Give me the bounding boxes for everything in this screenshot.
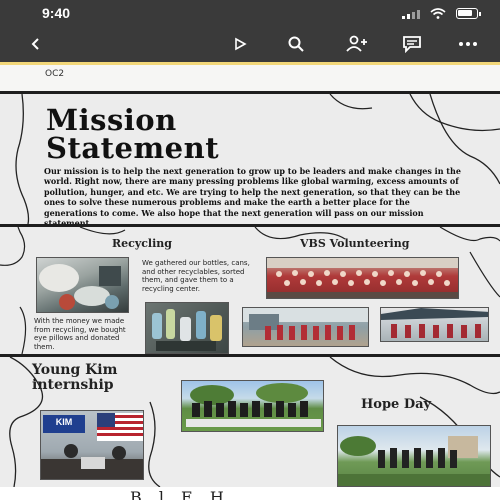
mission-title: Mission Statement	[46, 103, 306, 165]
recycling-title: Recycling	[112, 237, 172, 250]
vbs-group-photo	[266, 257, 459, 299]
status-time: 9:40	[42, 5, 71, 21]
young-kim-title-line2: internship	[32, 377, 114, 393]
recycling-caption-1: We gathered our bottles, cans, and other…	[142, 259, 250, 293]
comment-icon[interactable]	[400, 32, 424, 56]
young-kim-title: Young Kim internship	[32, 363, 117, 393]
recycling-caption-2: With the money we made from recycling, w…	[34, 317, 126, 351]
vbs-title: VBS Volunteering	[300, 237, 410, 250]
mission-title-line2: Statement	[46, 131, 220, 165]
young-kim-office-photo: KIM	[40, 410, 144, 480]
events-page: Young Kim internship KIM Hope Day	[0, 357, 500, 487]
mission-page: Mission Statement Our mission is to help…	[0, 94, 500, 228]
page-label: OC2	[45, 69, 65, 79]
app-toolbar	[0, 26, 500, 62]
activities-page: Recycling VBS Volunteering We gathered o…	[0, 227, 500, 354]
document-canvas[interactable]: OC2 Mission Statement Our mission is to …	[0, 62, 500, 500]
recycling-bottles-photo	[145, 302, 229, 354]
mission-body: Our mission is to help the next generati…	[44, 166, 461, 228]
signal-icon	[402, 10, 420, 19]
hope-day-title: Hope Day	[361, 397, 432, 412]
vbs-tent-photo	[380, 307, 489, 342]
present-play-icon[interactable]	[228, 32, 252, 56]
next-page-preview: B l E H	[0, 487, 500, 500]
wifi-icon	[430, 8, 446, 19]
recycling-sorting-photo	[36, 257, 129, 313]
kim-sign-text: KIM	[55, 417, 73, 427]
back-arrow-icon[interactable]	[24, 32, 48, 56]
page-accent-edge	[0, 62, 500, 65]
status-bar: 9:40	[0, 0, 500, 26]
vbs-outdoor-photo	[242, 307, 369, 347]
search-icon[interactable]	[284, 32, 308, 56]
more-icon[interactable]	[456, 32, 480, 56]
next-page-title: B l E H	[130, 488, 230, 500]
mission-title-line1: Mission	[46, 103, 177, 137]
previous-page-card: OC2	[0, 62, 500, 91]
add-person-icon[interactable]	[342, 32, 372, 56]
young-kim-title-line1: Young Kim	[32, 362, 118, 378]
battery-icon	[456, 8, 481, 19]
status-icons	[402, 8, 481, 19]
internship-group-photo	[181, 380, 324, 432]
hope-day-photo	[337, 425, 491, 487]
